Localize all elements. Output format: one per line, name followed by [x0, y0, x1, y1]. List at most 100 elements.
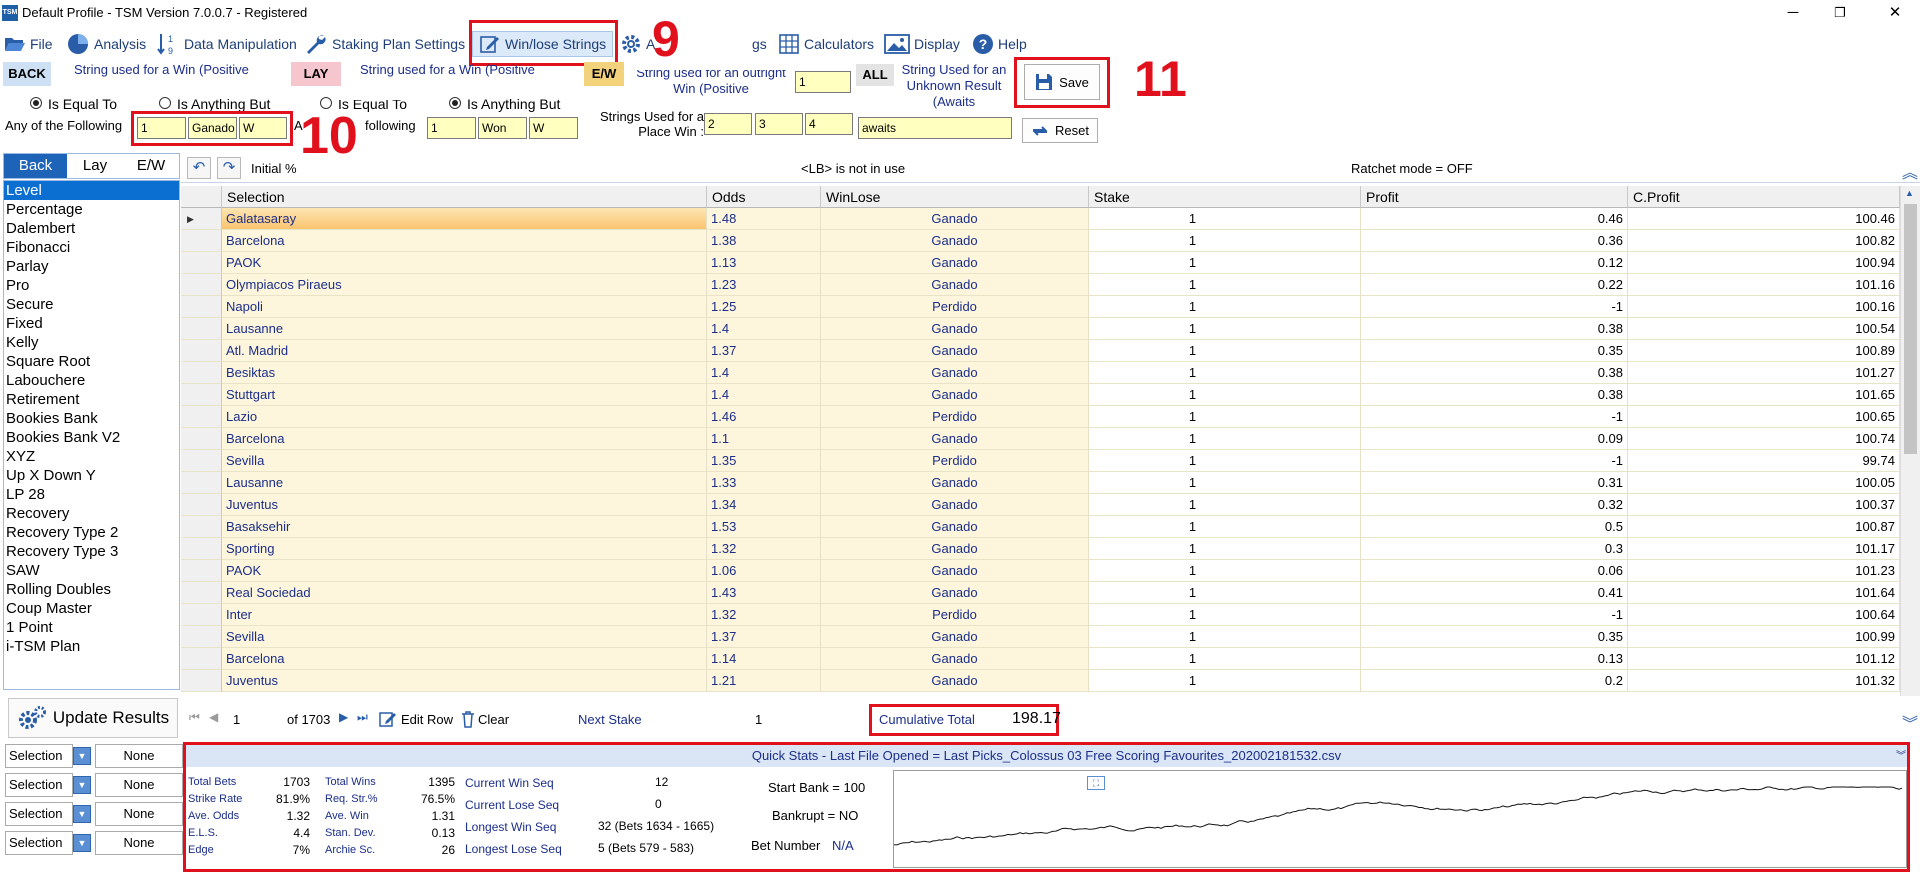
table-row[interactable]: Juventus 1.21 Ganado 1 0.2 101.32 — [181, 670, 1900, 692]
plan-item[interactable]: Kelly — [4, 333, 179, 352]
cell-stake[interactable]: 1 — [1089, 362, 1361, 384]
cell-stake[interactable]: 1 — [1089, 230, 1361, 252]
cell-winlose[interactable]: Perdido — [821, 406, 1089, 428]
close-button[interactable]: ✕ — [1880, 2, 1910, 24]
plan-item[interactable]: 1 Point — [4, 618, 179, 637]
table-row[interactable]: PAOK 1.13 Ganado 1 0.12 100.94 — [181, 252, 1900, 274]
cell-selection[interactable]: Barcelona — [222, 648, 707, 670]
cell-stake[interactable]: 1 — [1089, 472, 1361, 494]
table-row[interactable]: Sevilla 1.35 Perdido 1 -1 99.74 — [181, 450, 1900, 472]
restore-button[interactable]: ❐ — [1825, 2, 1855, 24]
cell-stake[interactable]: 1 — [1089, 384, 1361, 406]
row-indicator[interactable] — [181, 428, 222, 450]
plan-item[interactable]: Up X Down Y — [4, 466, 179, 485]
plan-item[interactable]: Fibonacci — [4, 238, 179, 257]
plan-item[interactable]: Fixed — [4, 314, 179, 333]
scrollbar-thumb[interactable] — [1904, 204, 1917, 454]
last-record-icon[interactable]: ⏭ — [357, 710, 368, 725]
plan-item[interactable]: Level — [4, 181, 179, 200]
table-row[interactable]: Lausanne 1.33 Ganado 1 0.31 100.05 — [181, 472, 1900, 494]
row-indicator[interactable] — [181, 560, 222, 582]
table-row[interactable]: Barcelona 1.38 Ganado 1 0.36 100.82 — [181, 230, 1900, 252]
first-record-icon[interactable]: ⏮ — [189, 710, 200, 725]
table-row[interactable]: Sporting 1.32 Ganado 1 0.3 101.17 — [181, 538, 1900, 560]
table-row[interactable]: Napoli 1.25 Perdido 1 -1 100.16 — [181, 296, 1900, 318]
plan-item[interactable]: Secure — [4, 295, 179, 314]
menu-file[interactable]: File — [4, 31, 53, 57]
filter-value-select[interactable]: None — [95, 773, 183, 797]
plan-item[interactable]: Parlay — [4, 257, 179, 276]
cell-odds[interactable]: 1.38 — [707, 230, 821, 252]
plan-item[interactable]: Bookies Bank — [4, 409, 179, 428]
cell-winlose[interactable]: Ganado — [821, 516, 1089, 538]
row-indicator[interactable] — [181, 318, 222, 340]
cell-winlose[interactable]: Ganado — [821, 362, 1089, 384]
cell-winlose[interactable]: Perdido — [821, 296, 1089, 318]
lay-is-equal-to-radio[interactable] — [320, 97, 332, 109]
cell-profit[interactable]: 0.35 — [1361, 340, 1628, 362]
cell-profit[interactable]: 0.13 — [1361, 648, 1628, 670]
plan-item[interactable]: Labouchere — [4, 371, 179, 390]
place-string-input-3[interactable]: 4 — [805, 113, 853, 135]
cell-cprofit[interactable]: 101.27 — [1628, 362, 1900, 384]
cell-selection[interactable]: Inter — [222, 604, 707, 626]
cell-profit[interactable]: 0.38 — [1361, 362, 1628, 384]
cell-selection[interactable]: Basaksehir — [222, 516, 707, 538]
edit-row-button[interactable]: Edit Row — [379, 710, 453, 728]
row-indicator[interactable] — [181, 406, 222, 428]
cell-profit[interactable]: -1 — [1361, 604, 1628, 626]
table-row[interactable]: Real Sociedad 1.43 Ganado 1 0.41 101.64 — [181, 582, 1900, 604]
quick-stats-toggle-icon[interactable]: ︾ — [1896, 747, 1906, 762]
cell-stake[interactable]: 1 — [1089, 406, 1361, 428]
cell-profit[interactable]: 0.35 — [1361, 626, 1628, 648]
cell-odds[interactable]: 1.13 — [707, 252, 821, 274]
update-results-button[interactable]: Update Results — [8, 698, 178, 738]
cell-stake[interactable]: 1 — [1089, 560, 1361, 582]
plan-item[interactable]: Recovery Type 2 — [4, 523, 179, 542]
cell-profit[interactable]: -1 — [1361, 296, 1628, 318]
cell-profit[interactable]: 0.36 — [1361, 230, 1628, 252]
cell-stake[interactable]: 1 — [1089, 208, 1361, 230]
cell-selection[interactable]: Stuttgart — [222, 384, 707, 406]
cell-profit[interactable]: 0.3 — [1361, 538, 1628, 560]
row-indicator[interactable] — [181, 604, 222, 626]
cell-winlose[interactable]: Ganado — [821, 274, 1089, 296]
cell-odds[interactable]: 1.25 — [707, 296, 821, 318]
cell-profit[interactable]: 0.22 — [1361, 274, 1628, 296]
row-indicator[interactable] — [181, 494, 222, 516]
menu-analysis[interactable]: Analysis — [66, 31, 146, 57]
cell-odds[interactable]: 1.21 — [707, 670, 821, 692]
cell-profit[interactable]: 0.38 — [1361, 384, 1628, 406]
cell-odds[interactable]: 1.32 — [707, 604, 821, 626]
collapse-down-icon[interactable]: ︾ — [1902, 710, 1918, 734]
cell-stake[interactable]: 1 — [1089, 670, 1361, 692]
cell-cprofit[interactable]: 101.17 — [1628, 538, 1900, 560]
cell-winlose[interactable]: Ganado — [821, 670, 1089, 692]
cell-winlose[interactable]: Ganado — [821, 340, 1089, 362]
plan-item[interactable]: Pro — [4, 276, 179, 295]
menu-a-partial[interactable]: A — [620, 31, 655, 57]
cell-cprofit[interactable]: 100.87 — [1628, 516, 1900, 538]
plan-item[interactable]: Bookies Bank V2 — [4, 428, 179, 447]
filter-value-select[interactable]: None — [95, 802, 183, 826]
cell-winlose[interactable]: Ganado — [821, 582, 1089, 604]
plan-item[interactable]: Rolling Doubles — [4, 580, 179, 599]
cell-cprofit[interactable]: 101.64 — [1628, 582, 1900, 604]
cell-stake[interactable]: 1 — [1089, 274, 1361, 296]
plan-item[interactable]: Recovery — [4, 504, 179, 523]
cell-stake[interactable]: 1 — [1089, 296, 1361, 318]
tab-ew[interactable]: E/W — [123, 154, 179, 178]
plan-item[interactable]: SAW — [4, 561, 179, 580]
cell-cprofit[interactable]: 100.99 — [1628, 626, 1900, 648]
cell-stake[interactable]: 1 — [1089, 494, 1361, 516]
prev-record-icon[interactable]: ◀ — [209, 710, 218, 724]
cell-cprofit[interactable]: 100.94 — [1628, 252, 1900, 274]
cell-odds[interactable]: 1.48 — [707, 208, 821, 230]
lay-string-input-1[interactable]: 1 — [427, 117, 476, 139]
dropdown-arrow-icon[interactable]: ▼ — [73, 747, 91, 765]
table-row[interactable]: Lazio 1.46 Perdido 1 -1 100.65 — [181, 406, 1900, 428]
cell-winlose[interactable]: Ganado — [821, 494, 1089, 516]
outright-win-input[interactable]: 1 — [795, 71, 851, 93]
cell-odds[interactable]: 1.43 — [707, 582, 821, 604]
cell-selection[interactable]: Napoli — [222, 296, 707, 318]
